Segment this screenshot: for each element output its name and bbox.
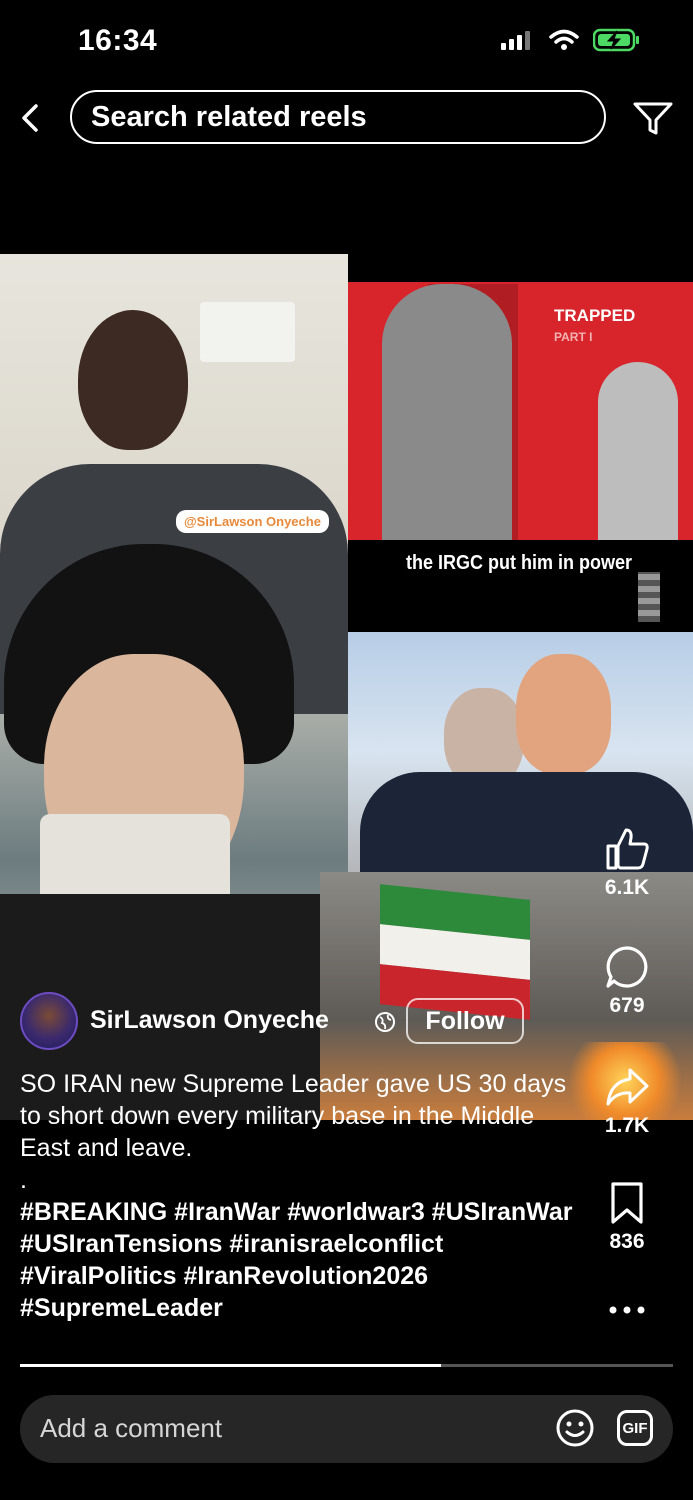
leader-head-right	[516, 654, 611, 774]
grayscale-man-right	[598, 362, 678, 540]
more-dots-icon[interactable]	[607, 1300, 647, 1320]
caption-separator: .	[20, 1166, 27, 1194]
air-conditioner	[200, 302, 295, 362]
grayscale-man-left	[382, 284, 512, 540]
save-count: 836	[609, 1230, 645, 1253]
video-tile-man-and-cleric: @SirLawson Onyeche	[0, 254, 348, 1120]
battery-charging-icon	[593, 28, 639, 52]
trapped-title: TRAPPED	[554, 306, 636, 325]
author-avatar[interactable]	[20, 992, 78, 1050]
clip-caption: the IRGC put him in power	[406, 552, 632, 574]
video-tile-trapped: TRAPPED PART I the IRGC put him in power	[348, 254, 693, 632]
gif-label: GIF	[622, 1419, 648, 1437]
like-action[interactable]: 6.1K	[581, 826, 673, 900]
back-chevron-icon[interactable]	[14, 100, 50, 136]
search-label: Search related reels	[91, 100, 367, 133]
signal-icon	[501, 31, 530, 50]
man-head	[78, 310, 188, 450]
share-arrow-icon[interactable]	[604, 1064, 650, 1110]
post-hashtags[interactable]: #BREAKING #IranWar #worldwar3 #USIranWar…	[20, 1196, 600, 1324]
follow-button[interactable]: Follow	[406, 998, 524, 1044]
pixelated-patch	[638, 572, 660, 622]
follow-label: Follow	[425, 1006, 505, 1035]
comment-bubble-icon[interactable]	[604, 944, 650, 990]
gif-button[interactable]: GIF	[617, 1410, 653, 1446]
filter-icon[interactable]	[632, 100, 674, 138]
thumbs-up-icon[interactable]	[604, 826, 650, 872]
handle-watermark-badge: @SirLawson Onyeche	[176, 510, 329, 533]
post-caption[interactable]: SO IRAN new Supreme Leader gave US 30 da…	[20, 1068, 590, 1164]
comment-action[interactable]: 679	[581, 944, 673, 1018]
comment-count: 679	[609, 994, 645, 1017]
globe-icon	[375, 1012, 395, 1032]
status-time: 16:34	[78, 24, 158, 57]
author-name[interactable]: SirLawson Onyeche	[90, 1006, 329, 1035]
trapped-subtitle: PART I	[554, 330, 593, 344]
search-related-reels-input[interactable]: Search related reels	[70, 90, 606, 144]
comment-placeholder: Add a comment	[40, 1413, 223, 1443]
video-progress-fill	[20, 1364, 442, 1367]
emoji-icon[interactable]	[555, 1408, 595, 1448]
like-count: 6.1K	[604, 876, 650, 899]
bookmark-icon[interactable]	[607, 1180, 647, 1226]
share-action[interactable]: 1.7K	[581, 1064, 673, 1138]
wifi-icon	[549, 29, 579, 50]
share-count: 1.7K	[604, 1114, 650, 1137]
status-icons	[501, 28, 641, 52]
